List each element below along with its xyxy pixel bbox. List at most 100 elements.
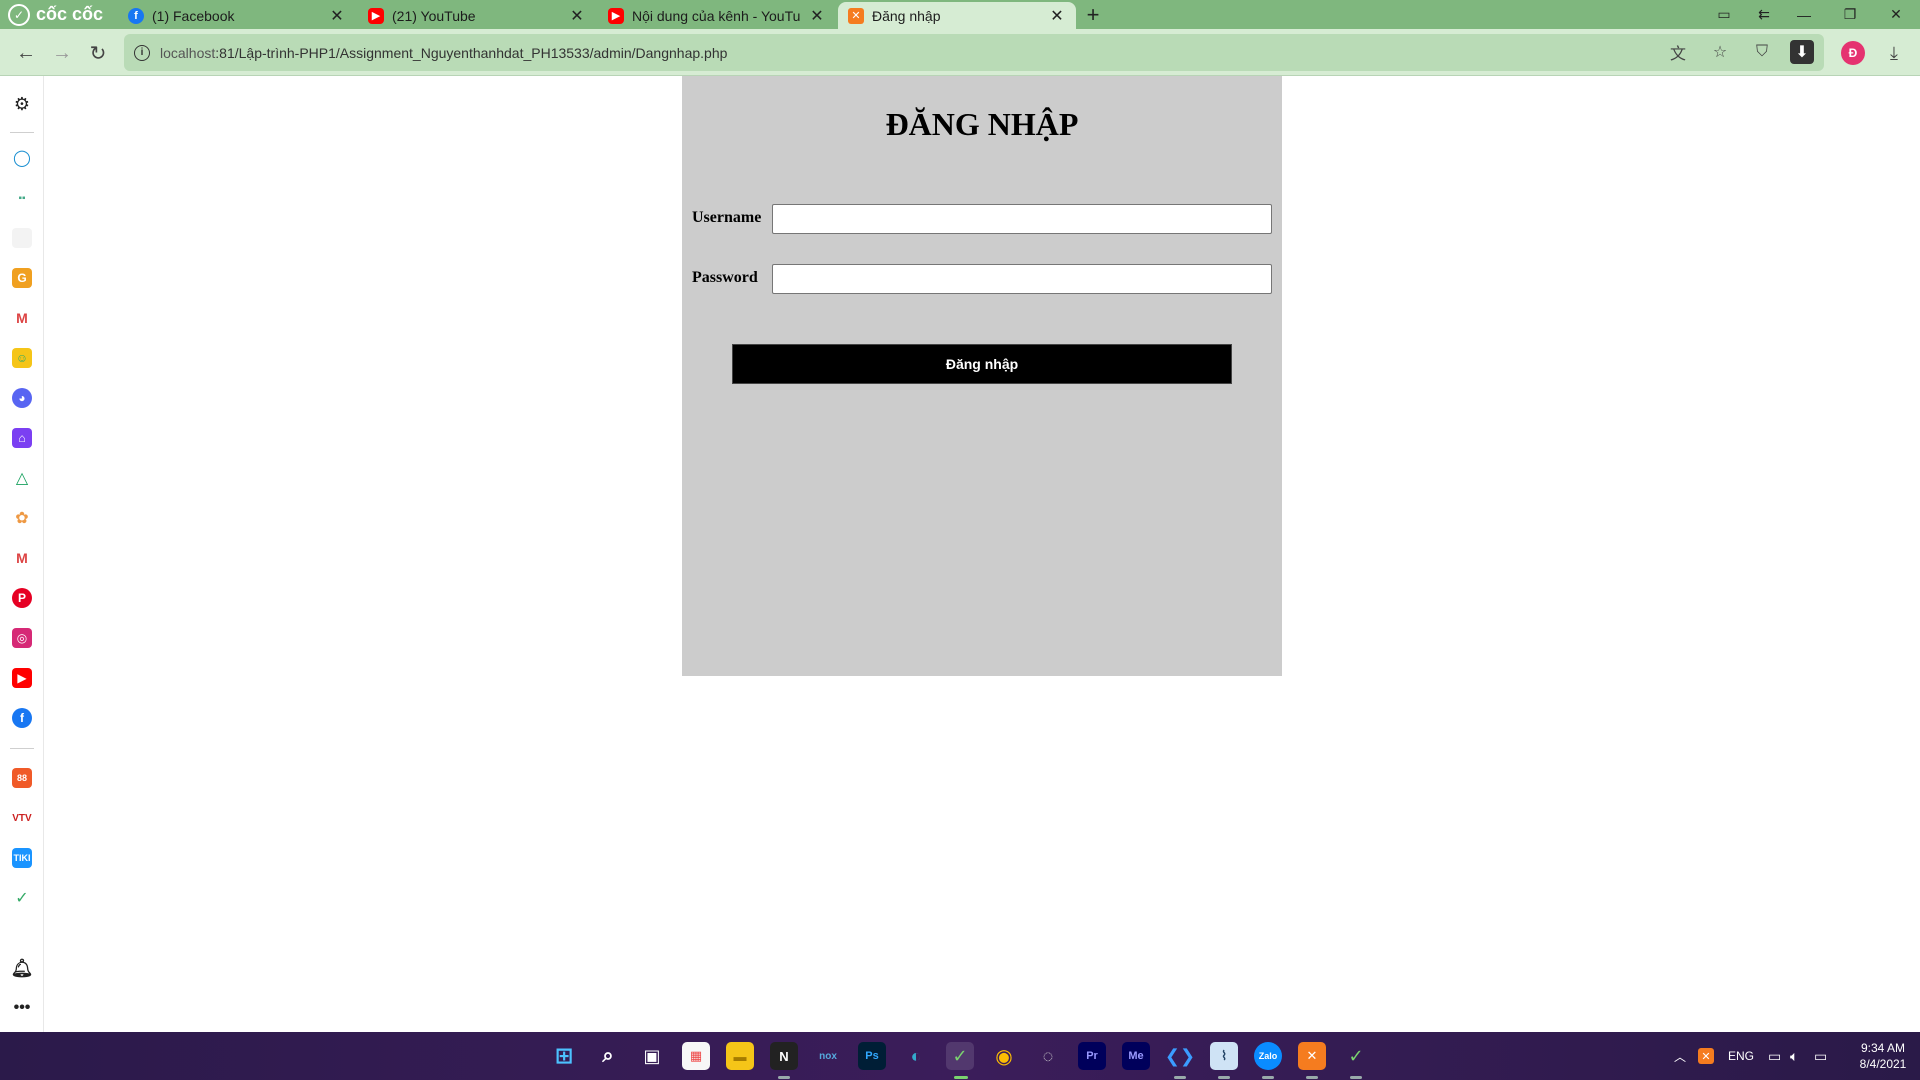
instagram-icon[interactable]: ◎ <box>12 628 32 648</box>
profile-avatar[interactable]: Đ <box>1841 41 1865 65</box>
tab-facebook[interactable]: f (1) Facebook ✕ <box>118 2 356 29</box>
notification-bell-icon[interactable]: 🔔︎ <box>11 958 34 978</box>
language-indicator[interactable]: ENG <box>1728 1032 1754 1080</box>
gmail-icon[interactable]: M <box>12 308 32 328</box>
left-sidebar: ⚙ ◯ ▪▪ G M ☺ ◕ ⌂ △ ✿ M P ◎ ▶ f 88 VTV TI… <box>0 76 44 1032</box>
coccoc-beta-icon[interactable]: ✓ <box>1342 1042 1370 1070</box>
discord-icon[interactable]: ◕ <box>12 388 32 408</box>
reload-button[interactable]: ↻ <box>84 39 112 67</box>
g-app-icon[interactable]: G <box>12 268 32 288</box>
tab-dang-nhap[interactable]: ✕ Đăng nhập ✕ <box>838 2 1076 29</box>
windows-start-icon[interactable]: ⊞ <box>550 1042 578 1070</box>
tray-overflow-icon[interactable]: ︿ <box>1674 1032 1686 1080</box>
zalo-icon[interactable]: Zalo <box>1254 1042 1282 1070</box>
close-icon[interactable]: ✕ <box>328 6 346 26</box>
more-options-icon[interactable]: ••• <box>12 998 32 1018</box>
tab-youtube-channel[interactable]: ▶ Nội dung của kênh - YouTub ✕ <box>598 2 836 29</box>
photoshop-icon[interactable]: Ps <box>858 1042 886 1070</box>
twitch-icon[interactable]: ⌂ <box>12 428 32 448</box>
xampp-icon: ✕ <box>848 7 864 24</box>
settings-gear-icon[interactable]: ⚙ <box>12 94 32 114</box>
blank-app-icon[interactable] <box>12 228 32 248</box>
login-panel: ĐĂNG NHẬP Username Password Đăng nhập <box>682 76 1282 676</box>
info-icon[interactable]: i <box>134 44 150 61</box>
tab-title: Nội dung của kênh - YouTub <box>632 7 800 24</box>
tiki-icon[interactable]: TIKI <box>12 848 32 868</box>
pinterest-icon[interactable]: P <box>12 588 32 608</box>
reading-mode-icon[interactable]: ▭ <box>1704 0 1744 29</box>
browser-window: ✓ cốc cốc f (1) Facebook ✕ ▶ (21) YouTub… <box>0 0 1920 1080</box>
file-explorer-icon[interactable]: ▬ <box>726 1042 754 1070</box>
url-text[interactable]: localhost:81/Lập-trình-PHP1/Assignment_N… <box>160 45 727 61</box>
tab-bar: ✓ cốc cốc f (1) Facebook ✕ ▶ (21) YouTub… <box>0 0 1920 29</box>
nox-icon[interactable]: nox <box>814 1042 842 1070</box>
close-icon[interactable]: ✕ <box>808 6 826 26</box>
restore-button[interactable]: ❐ <box>1830 0 1870 29</box>
clock-time: 9:34 AM <box>1860 1041 1906 1055</box>
search-icon[interactable]: ⌕ <box>594 1042 622 1070</box>
notion-icon[interactable]: N <box>770 1042 798 1070</box>
username-label: Username <box>692 209 762 226</box>
shield-icon[interactable]: ⛉ <box>1748 38 1776 66</box>
battery-icon[interactable]: ▭ <box>1814 1032 1827 1080</box>
forward-button[interactable]: → <box>48 39 76 67</box>
username-input[interactable] <box>772 204 1272 234</box>
close-icon[interactable]: ✕ <box>1048 6 1066 26</box>
password-input[interactable] <box>772 264 1272 294</box>
system-clock[interactable]: 9:34 AM 8/4/2021 <box>1848 1040 1918 1072</box>
address-bar[interactable]: i localhost:81/Lập-trình-PHP1/Assignment… <box>124 34 1824 71</box>
xampp-taskbar-icon[interactable]: ✕ <box>1298 1042 1326 1070</box>
coccoc-logo-icon: ✓ <box>8 3 30 26</box>
back-button[interactable]: ← <box>12 39 40 67</box>
new-tab-button[interactable]: + <box>1080 2 1106 28</box>
facebook-sidebar-icon[interactable]: f <box>12 708 32 728</box>
chrome-icon[interactable]: ◉ <box>990 1042 1018 1070</box>
tab-search-icon[interactable]: ⇇ <box>1744 0 1784 29</box>
tab-title: (1) Facebook <box>152 7 235 24</box>
premiere-icon[interactable]: Pr <box>1078 1042 1106 1070</box>
google-drive-icon[interactable]: △ <box>12 468 32 488</box>
page-content: ĐĂNG NHẬP Username Password Đăng nhập <box>44 76 1920 1032</box>
obs-icon[interactable]: ◌ <box>1034 1042 1062 1070</box>
microsoft-store-icon[interactable]: ▦ <box>682 1042 710 1070</box>
google-photos-icon[interactable]: ✿ <box>12 508 32 528</box>
youtube-icon: ▶ <box>368 7 384 24</box>
close-icon[interactable]: ✕ <box>568 6 586 26</box>
windows-taskbar: ⊞ ⌕ ▣ ▦ ▬ N nox Ps ◐ ✓ ◉ ◌ Pr Me ❮❯ ⌇ Za… <box>0 1032 1920 1080</box>
contacts-icon[interactable]: ☺ <box>12 348 32 368</box>
task-manager-icon[interactable]: ⌇ <box>1210 1042 1238 1070</box>
volume-icon[interactable]: 🔈︎ <box>1790 1032 1798 1080</box>
shopping-icon[interactable]: 88 <box>12 768 32 788</box>
facebook-icon: f <box>128 7 144 24</box>
close-window-button[interactable]: ✕ <box>1876 0 1916 29</box>
minimize-button[interactable]: — <box>1784 0 1824 29</box>
coccoc-taskbar-icon[interactable]: ✓ <box>946 1042 974 1070</box>
star-icon[interactable]: ☆ <box>1706 38 1734 66</box>
zalo-small-icon[interactable]: ▪▪ <box>12 188 32 208</box>
task-view-icon[interactable]: ▣ <box>638 1042 666 1070</box>
youtube-icon: ▶ <box>608 7 624 24</box>
circle-app-icon[interactable]: ◯ <box>12 148 32 168</box>
login-title: ĐĂNG NHẬP <box>885 106 1079 142</box>
browser-toolbar: ← → ↻ i localhost:81/Lập-trình-PHP1/Assi… <box>0 29 1920 76</box>
gmail-icon-2[interactable]: M <box>12 548 32 568</box>
tab-title: Đăng nhập <box>872 7 941 24</box>
clock-date: 8/4/2021 <box>1859 1057 1907 1071</box>
media-encoder-icon[interactable]: Me <box>1122 1042 1150 1070</box>
download-video-icon[interactable]: ⬇ <box>1790 40 1814 64</box>
vtv-icon[interactable]: VTV <box>12 808 32 828</box>
login-submit-button[interactable]: Đăng nhập <box>732 344 1232 384</box>
downloads-icon[interactable]: ⤓ <box>1880 39 1908 67</box>
browser-brand[interactable]: ✓ cốc cốc <box>0 0 112 29</box>
youtube-sidebar-icon[interactable]: ▶ <box>12 668 32 688</box>
vscode-icon[interactable]: ❮❯ <box>1165 1042 1195 1070</box>
edge-icon[interactable]: ◐ <box>902 1042 930 1070</box>
xampp-tray-icon[interactable]: ✕ <box>1698 1048 1714 1064</box>
tab-title: (21) YouTube <box>392 7 476 24</box>
password-label: Password <box>692 269 758 286</box>
translate-icon[interactable]: 文 <box>1664 38 1692 66</box>
network-icon[interactable]: ▭ <box>1768 1032 1781 1080</box>
tab-youtube[interactable]: ▶ (21) YouTube ✕ <box>358 2 596 29</box>
brand-text: cốc cốc <box>36 4 104 24</box>
coccoc-extension-icon[interactable]: ✓ <box>12 888 32 908</box>
